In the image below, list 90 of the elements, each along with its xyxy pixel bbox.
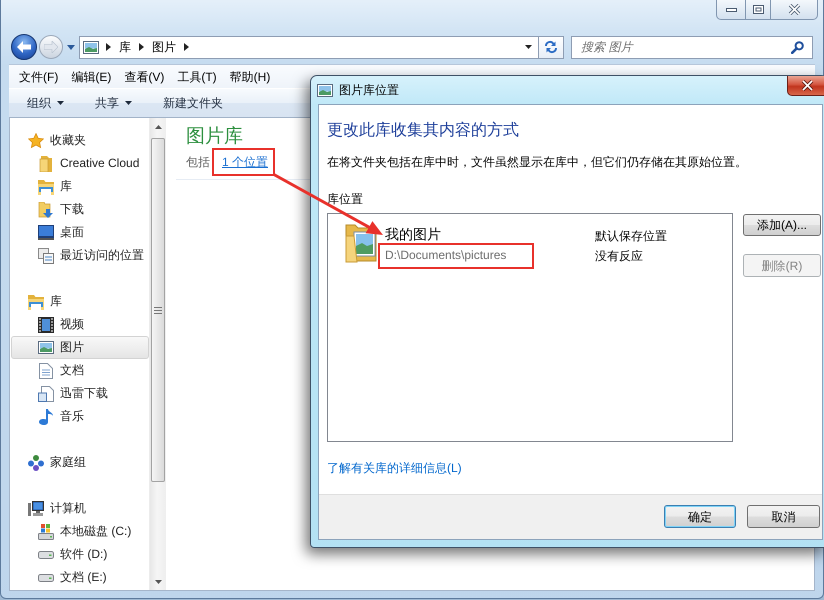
left-arrow-icon [17,41,31,53]
folder-icon [38,156,54,172]
nav-tree-item[interactable]: 收藏夹 [11,129,149,152]
location-status: 默认保存位置 [595,228,667,244]
add-button[interactable]: 添加(A)... [743,214,821,236]
nav-tree-item[interactable]: 本地磁盘 (C:) [11,520,149,543]
nav-tree-item[interactable]: 最近访问的位置 [11,244,149,267]
toolbar-button[interactable]: 新建文件夹 [154,92,232,114]
location-path: D:\Documents\pictures [385,248,506,262]
location-list[interactable]: 我的图片 D:\Documents\pictures 默认保存位置 没有反应 [327,213,733,442]
breadcrumb-arrow-icon[interactable] [139,43,144,51]
menu-item[interactable]: 编辑(E) [65,66,118,86]
caret-icon[interactable] [67,44,75,50]
nav-tree-item[interactable]: 库 [11,175,149,198]
menu-item[interactable]: 工具(T) [171,66,223,86]
dialog-heading: 更改此库收集其内容的方式 [327,121,519,141]
nav-tree-item[interactable]: Creative Cloud [11,152,149,175]
locations-link[interactable]: 1 个位置 [222,155,268,169]
nav-tree-item[interactable]: 音乐 [11,405,149,428]
nav-tree-item[interactable]: 下载 [11,198,149,221]
dialog-description: 在将文件夹包括在库中时，文件虽然显示在库中，但它们仍存储在其原始位置。 [327,154,748,170]
location-note: 没有反应 [595,248,644,264]
refresh-icon [544,40,558,54]
toolbar-button[interactable]: 共享 [86,92,141,114]
library-folder-icon [28,294,44,310]
grip-icon [154,306,162,314]
library-folder-icon [38,178,54,194]
scrollbar-thumb[interactable] [151,138,165,482]
menu-item[interactable]: 帮助(H) [224,66,276,86]
recent-places-icon [38,248,54,264]
picture-icon [38,341,54,354]
list-label: 库位置 [327,191,363,207]
maximize-icon [752,5,764,14]
back-button[interactable] [11,34,37,60]
breadcrumb-item[interactable]: 库 [111,38,139,56]
nav-tree-item[interactable]: 图片 [11,336,149,359]
ok-button[interactable]: 确定 [664,505,736,528]
nav-tree-item[interactable]: 迅雷下载 [11,382,149,405]
search-icon[interactable] [791,40,804,54]
nav-tree-item[interactable]: 视频 [11,313,149,336]
music-note-icon [39,408,53,424]
maximize-button[interactable] [745,0,771,20]
download-folder-icon [38,202,54,218]
nav-tree-item[interactable]: 文档 (E:) [11,566,149,589]
down-arrow-icon [154,580,162,584]
picture-icon [83,40,99,54]
breadcrumb-arrow-icon[interactable] [184,43,189,51]
close-icon [800,80,814,91]
up-arrow-icon [154,124,162,128]
includes-label: 包括 [186,154,210,170]
hard-drive-icon [38,574,54,582]
caret-icon [57,101,64,105]
close-button[interactable] [770,0,818,20]
close-icon [788,4,800,15]
star-icon [28,132,44,148]
computer-icon [28,501,44,516]
document-icon [38,386,54,402]
nav-tree-item[interactable]: 软件 (D:) [11,543,149,566]
toolbar-button[interactable]: 组织 [18,92,73,114]
hard-drive-icon [38,550,54,558]
scrollbar[interactable] [149,118,166,590]
menu-item[interactable]: 查看(V) [118,66,170,86]
picture-icon [317,84,333,96]
film-strip-icon [38,316,54,332]
location-name: 我的图片 [385,225,441,244]
dropdown-caret-icon[interactable] [525,45,532,49]
nav-tree-item[interactable]: 库 [11,290,149,313]
address-bar[interactable]: 库 图片 [79,36,539,58]
minimize-button[interactable] [716,0,746,20]
breadcrumb-item[interactable]: 图片 [144,38,184,56]
desktop-monitor-icon [38,225,54,240]
windows-drive-icon [38,524,54,540]
close-button[interactable] [787,76,824,96]
nav-tree-item[interactable]: 文档 [11,359,149,382]
homegroup-icon [28,454,44,470]
breadcrumb-arrow-icon[interactable] [106,43,111,51]
minimize-icon [726,8,736,12]
nav-tree-item[interactable]: 桌面 [11,221,149,244]
right-arrow-icon [44,41,58,53]
refresh-button[interactable] [539,36,564,58]
help-link[interactable]: 了解有关库的详细信息(L) [327,460,462,476]
library-title: 图片库 [186,126,243,148]
window-title: 图片库位置 [339,82,399,98]
search-field[interactable]: 搜索 图片 [571,36,813,58]
caret-icon [125,101,132,105]
nav-tree-item[interactable]: 计算机 [11,497,149,520]
cancel-button[interactable]: 取消 [747,505,820,528]
document-icon [39,362,53,378]
menu-item[interactable]: 文件(F) [13,66,64,86]
nav-tree-item[interactable]: 家庭组 [11,451,149,474]
